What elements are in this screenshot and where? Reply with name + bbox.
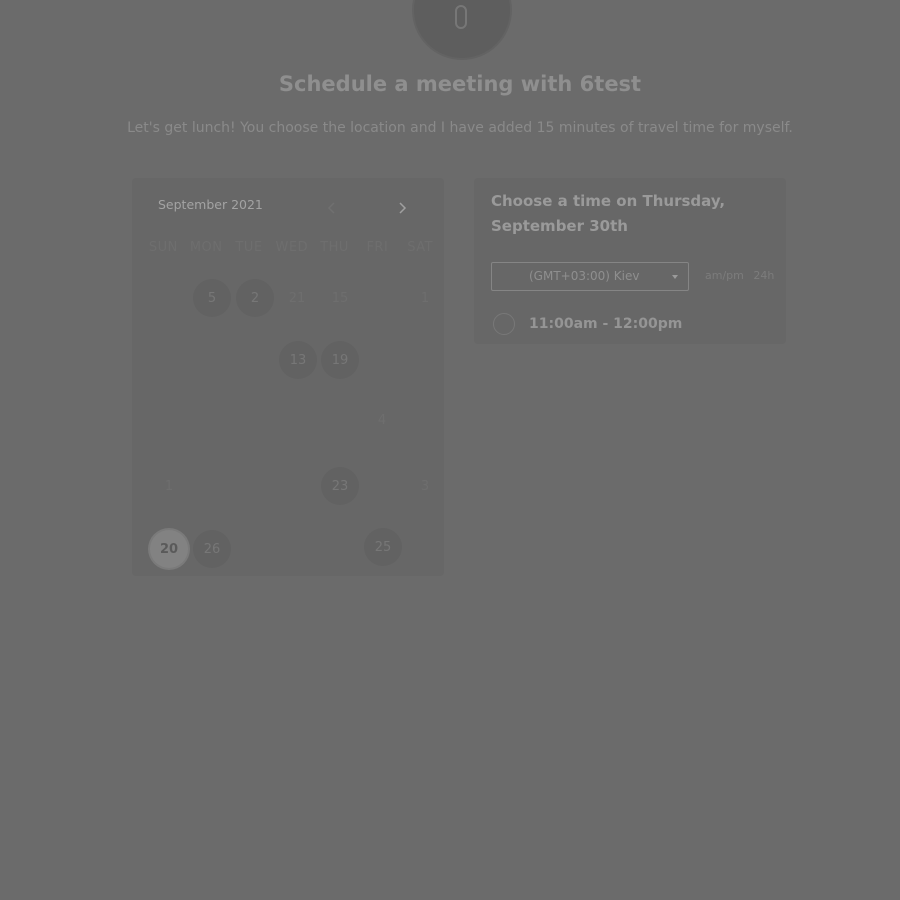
calendar-day: 1 [420,290,430,306]
calendar-day[interactable]: 23 [321,467,359,505]
page-title: Schedule a meeting with 6test [278,72,642,96]
timezone-select[interactable]: (GMT+03:00) Kiev [491,262,689,291]
format-24h-option[interactable]: 24h [753,269,774,282]
calendar-day[interactable]: 19 [321,341,359,379]
weekday-label: MON [189,240,223,255]
time-slot-option[interactable]: 11:00am - 12:00pm [493,312,682,336]
chevron-left-icon [327,202,335,214]
calendar-day: 21 [288,290,306,306]
weekday-header: SUN MON TUE WED THU FRI SAT [142,240,442,255]
caret-down-icon [672,275,678,279]
calendar-day[interactable]: 26 [193,530,231,568]
weekday-label: WED [275,240,309,255]
calendar-day: 4 [377,412,387,428]
format-12h-option[interactable]: am/pm [705,269,744,282]
prev-month-button[interactable] [320,196,344,220]
calendar-card: September 2021 SUN MON TUE WED THU FRI S… [132,178,444,576]
time-slot-label: 11:00am - 12:00pm [529,316,683,332]
month-label: September 2021 [158,197,263,212]
radio-button[interactable] [493,313,515,335]
page-subtitle: Let's get lunch! You choose the location… [127,120,793,136]
chevron-right-icon [399,202,407,214]
selected-day[interactable]: 20 [150,530,188,568]
weekday-label: SAT [407,240,434,255]
time-panel-heading: Choose a time on Thursday, September 30t… [491,192,726,235]
calendar-day[interactable]: 13 [279,341,317,379]
weekday-label: THU [320,240,349,255]
timezone-value: (GMT+03:00) Kiev [529,269,640,283]
weekday-label: FRI [366,240,389,255]
calendar-day: 1 [164,478,174,494]
calendar-day[interactable]: 5 [193,279,231,317]
calendar-day: 15 [331,290,349,306]
weekday-label: TUE [235,240,263,255]
time-slot-panel: Choose a time on Thursday, September 30t… [474,178,786,344]
calendar-day[interactable]: 2 [236,279,274,317]
host-avatar [412,0,512,60]
weekday-label: SUN [148,240,178,255]
time-format-toggle: am/pm 24h [705,269,780,282]
calendar-day[interactable]: 25 [364,528,402,566]
person-icon [455,5,467,29]
next-month-button[interactable] [390,196,414,220]
calendar-day: 3 [420,478,430,494]
